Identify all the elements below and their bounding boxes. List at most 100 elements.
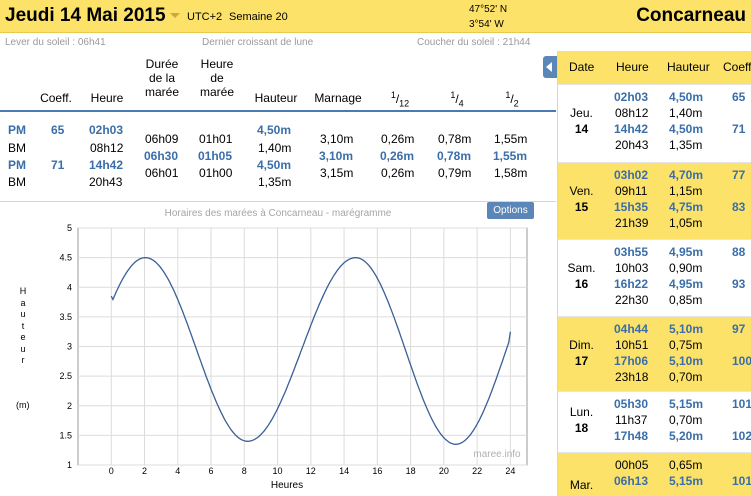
x-tick-label: 20 — [439, 466, 449, 476]
x-tick-labels: 0 2 4 6 8 10 12 14 16 18 20 22 24 — [109, 466, 516, 476]
side-day-label: Mar. — [558, 477, 605, 493]
side-row-heure: 09h11 — [615, 184, 648, 198]
side-row-coeff: 71 — [732, 122, 746, 136]
side-row-hauteur: 4,70m — [669, 168, 704, 182]
side-row-coeff: 77 — [732, 168, 746, 182]
side-row-hauteur: 0,70m — [669, 413, 703, 427]
side-row-hauteur: 5,15m — [669, 397, 704, 411]
side-row-heure: 22h30 — [615, 293, 649, 307]
side-day-block[interactable]: Ven. 15 03h02 4,70m 77 09h11 1,15m 15h35 4,75m 83… — [558, 162, 751, 239]
side-row-heure: 15h35 — [614, 200, 649, 214]
y-tick-label: 5 — [67, 223, 72, 233]
side-header-coeff: Coeff — [723, 60, 751, 74]
side-row-heure: 04h44 — [614, 322, 649, 336]
y-axis-letter: H — [19, 286, 27, 296]
side-row-heure: 05h30 — [614, 397, 649, 411]
side-row-heure: 03h02 — [614, 168, 649, 182]
x-tick-label: 2 — [142, 466, 147, 476]
side-day-label: Jeu. 14 — [558, 105, 605, 137]
side-row-hauteur: 4,50m — [669, 90, 704, 104]
side-row-coeff: 102 — [732, 429, 751, 443]
x-tick-label: 6 — [209, 466, 214, 476]
side-row-heure: 11h37 — [615, 413, 648, 427]
side-row-heure: 14h42 — [614, 122, 649, 136]
side-row-heure: 06h13 — [614, 474, 649, 488]
x-tick-label: 14 — [339, 466, 349, 476]
side-row-hauteur: 5,15m — [669, 474, 704, 488]
y-tick-label: 2 — [67, 401, 72, 411]
x-tick-label: 10 — [273, 466, 283, 476]
side-row-hauteur: 1,40m — [669, 106, 703, 120]
side-row-hauteur: 1,15m — [669, 184, 703, 198]
side-day-block[interactable]: Mar. 00h05 0,65m 06h13 5,15m 101 — [558, 452, 751, 496]
side-day-block[interactable]: Jeu. 14 02h03 4,50m 65 08h12 1,40m 14h42 4,50m 71… — [558, 84, 751, 162]
side-row-hauteur: 4,95m — [669, 245, 704, 259]
collapse-panel-icon[interactable] — [543, 56, 557, 78]
y-axis-label: H a u t e u r — [18, 286, 28, 367]
x-tick-label: 0 — [109, 466, 114, 476]
side-day-name: Jeu. — [570, 106, 593, 120]
side-row-heure: 23h18 — [615, 370, 649, 384]
y-axis-unit: (m) — [16, 400, 30, 410]
side-row-hauteur: 0,70m — [669, 370, 703, 384]
side-row-heure: 03h55 — [614, 245, 649, 259]
side-panel: Date Heure Hauteur Coeff Jeu. 14 02h03 4,50… — [557, 51, 751, 496]
x-axis-label: Heures — [271, 480, 303, 491]
side-row-hauteur: 0,65m — [669, 458, 703, 472]
x-tick-label: 22 — [472, 466, 482, 476]
side-row-heure: 17h48 — [614, 429, 649, 443]
y-tick-label: 2.5 — [59, 371, 72, 381]
side-row-heure: 00h05 — [615, 458, 649, 472]
side-row-hauteur: 1,05m — [669, 216, 703, 230]
side-row-hauteur: 5,10m — [669, 354, 704, 368]
side-row-heure: 02h03 — [614, 90, 649, 104]
side-row-heure: 17h06 — [614, 354, 649, 368]
side-row-hauteur: 0,75m — [669, 338, 703, 352]
side-day-name: Ven. — [569, 184, 594, 198]
side-row-heure: 21h39 — [615, 216, 649, 230]
side-day-number: 16 — [574, 277, 589, 291]
side-row-hauteur: 4,75m — [669, 200, 704, 214]
y-axis-letter: e — [20, 332, 26, 342]
side-day-block[interactable]: Lun. 18 05h30 5,15m 101 11h37 0,70m 17h48 5,20m 1… — [558, 391, 751, 452]
y-tick-label: 1.5 — [59, 430, 72, 440]
x-tick-label: 12 — [306, 466, 316, 476]
x-tick-label: 24 — [505, 466, 515, 476]
side-row-heure: 10h51 — [615, 338, 649, 352]
side-row-coeff: 65 — [732, 90, 746, 104]
side-row-heure: 20h43 — [615, 138, 649, 152]
x-tick-label: 16 — [372, 466, 382, 476]
side-day-block[interactable]: Dim. 17 04h44 5,10m 97 10h51 0,75m 17h06 5,10m 10… — [558, 316, 751, 391]
side-row-hauteur: 4,50m — [669, 122, 704, 136]
y-axis-letter: t — [21, 320, 25, 331]
side-row-heure: 16h22 — [614, 277, 649, 291]
side-header-date: Date — [569, 60, 595, 74]
side-header: Date Heure Hauteur Coeff — [558, 51, 751, 84]
side-row-coeff: 101 — [732, 397, 751, 411]
side-day-number: 17 — [574, 354, 589, 368]
y-axis-letter: a — [20, 297, 26, 308]
side-day-label: Dim. 17 — [558, 337, 605, 369]
side-day-label: Lun. 18 — [558, 404, 605, 436]
y-axis-letter: u — [20, 343, 26, 354]
side-day-block[interactable]: Sam. 16 03h55 4,95m 88 10h03 0,90m 16h22 4,95m 93… — [558, 239, 751, 316]
side-row-coeff: 97 — [732, 322, 746, 336]
side-row-heure: 10h03 — [615, 261, 649, 275]
side-header-heure: Heure — [616, 60, 649, 74]
x-tick-label: 18 — [406, 466, 416, 476]
y-tick-label: 4 — [67, 282, 72, 292]
y-axis-letter: u — [20, 309, 26, 319]
side-row-coeff: 101 — [732, 474, 751, 488]
y-tick-label: 4.5 — [59, 253, 72, 263]
side-day-name: Lun. — [569, 405, 594, 419]
side-day-number: 15 — [574, 200, 589, 214]
y-tick-labels: 1 1.5 2 2.5 3 3.5 4 4.5 5 — [59, 223, 72, 470]
side-day-number: 18 — [574, 421, 589, 435]
side-day-label: Sam. 16 — [558, 260, 605, 292]
side-day-label: Ven. 15 — [558, 183, 605, 215]
x-tick-label: 4 — [175, 466, 180, 476]
y-axis-letter: r — [21, 355, 25, 365]
y-tick-label: 3.5 — [59, 312, 72, 322]
x-tick-label: 8 — [242, 466, 247, 476]
side-row-hauteur: 5,10m — [669, 322, 704, 336]
